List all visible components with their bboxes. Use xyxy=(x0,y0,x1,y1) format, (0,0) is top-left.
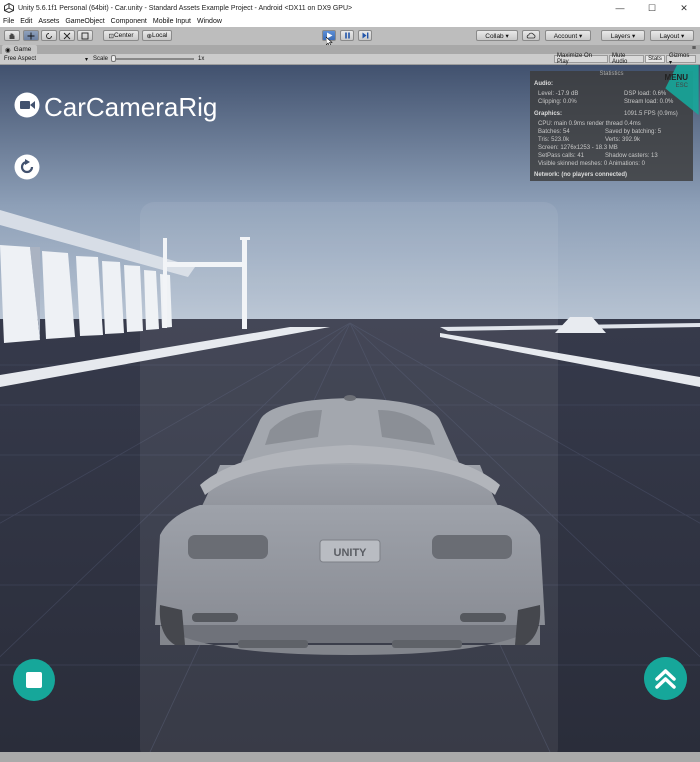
account-label: Account ▾ xyxy=(553,32,583,40)
hand-tool-button[interactable] xyxy=(4,30,20,41)
menu-gameobject[interactable]: GameObject xyxy=(65,18,104,25)
menu-file[interactable]: File xyxy=(3,18,14,25)
rotate-icon xyxy=(46,32,52,39)
scale-label: Scale xyxy=(93,56,109,62)
chevron-down-icon: ▾ xyxy=(84,56,88,63)
aspect-label: Free Aspect xyxy=(4,56,37,62)
scale-tool-button[interactable] xyxy=(59,30,75,41)
stats-toggle[interactable]: Stats xyxy=(645,55,665,63)
hand-icon xyxy=(9,33,15,39)
cloud-button[interactable] xyxy=(522,30,540,41)
tab-menu-icon[interactable]: ≡ xyxy=(692,45,696,52)
camera-rig-label: CarCameraRig xyxy=(44,92,218,122)
aspect-dropdown[interactable]: Free Aspect ▾ xyxy=(4,55,88,63)
tab-game[interactable]: ◉ Game xyxy=(2,45,38,54)
audio-title: Audio: xyxy=(534,81,553,87)
cpu-readout: CPU: main 0.9ms render thread 0.4ms xyxy=(538,121,641,127)
pivot-label: Center xyxy=(113,32,134,39)
stop-icon xyxy=(26,672,42,688)
esc-label: ESC xyxy=(675,83,688,89)
skinned-readout: Visible skinned meshes: 0 Animations: 0 xyxy=(538,161,645,167)
network-readout: Network: (no players connected) xyxy=(534,172,628,178)
step-icon xyxy=(362,32,368,39)
license-plate-text: UNITY xyxy=(334,547,368,559)
dsp-load: DSP load: 0.6% xyxy=(624,91,667,97)
tris-readout: Tris: 523.0k xyxy=(538,137,570,143)
stop-button[interactable] xyxy=(13,659,55,701)
menu-component[interactable]: Component xyxy=(111,18,147,25)
minimize-button[interactable]: — xyxy=(604,0,636,16)
account-dropdown[interactable]: Account ▾ xyxy=(545,30,591,41)
audio-clipping: Clipping: 0.0% xyxy=(538,99,577,105)
screen-readout: Screen: 1276x1253 - 18.3 MB xyxy=(538,145,618,151)
rect-icon xyxy=(81,32,89,39)
saved-batching-readout: Saved by batching: 5 xyxy=(605,129,662,135)
game-view-toolbar: Free Aspect ▾ Scale 1x Maximize On Play … xyxy=(0,53,700,66)
accelerate-button[interactable] xyxy=(644,657,687,700)
audio-level: Level: -17.9 dB xyxy=(538,91,579,97)
layout-dropdown[interactable]: Layout ▾ xyxy=(650,30,694,41)
scale-value: 1x xyxy=(198,56,205,62)
pivot-center-toggle[interactable]: ⊡ Center xyxy=(103,30,139,41)
move-icon xyxy=(27,32,35,39)
scale-slider[interactable] xyxy=(111,55,194,62)
game-tab-icon: ◉ xyxy=(5,46,11,54)
pause-icon xyxy=(344,32,350,39)
close-button[interactable]: ✕ xyxy=(668,0,700,16)
unity-logo-icon xyxy=(4,3,14,13)
rotate-tool-button[interactable] xyxy=(41,30,57,41)
gizmos-dropdown[interactable]: Gizmos ▾ xyxy=(666,53,696,66)
game-viewport[interactable]: UNITY CarCameraRig Statistics Audio: Lev… xyxy=(0,65,700,752)
layers-dropdown[interactable]: Layers ▾ xyxy=(601,30,645,41)
verts-readout: Verts: 392.9k xyxy=(605,137,641,143)
game-tab-label: Game xyxy=(13,46,32,53)
setpass-readout: SetPass calls: 41 xyxy=(538,153,585,159)
mute-audio-toggle[interactable]: Mute Audio xyxy=(609,53,644,65)
layout-label: Layout ▾ xyxy=(659,32,685,40)
space-label: Local xyxy=(151,32,168,39)
menu-bar: File Edit Assets GameObject Component Mo… xyxy=(0,16,700,27)
maximize-button[interactable]: ☐ xyxy=(636,0,668,16)
menu-assets[interactable]: Assets xyxy=(38,18,59,25)
main-toolbar: ⊡ Center ⊕ Local Collab ▾ Account ▾ Layers… xyxy=(0,27,700,47)
video-camera-icon[interactable] xyxy=(14,92,40,118)
collab-button[interactable]: Collab ▾ xyxy=(476,30,518,41)
collab-label: Collab ▾ xyxy=(485,32,509,40)
move-tool-button[interactable] xyxy=(23,30,39,41)
scale-icon xyxy=(63,32,71,39)
menu-mobile-input[interactable]: Mobile Input xyxy=(153,18,191,25)
space-local-toggle[interactable]: ⊕ Local xyxy=(142,30,172,41)
rect-tool-button[interactable] xyxy=(77,30,93,41)
window-title: Unity 5.6.1f1 Personal (64bit) - Car.uni… xyxy=(18,4,353,12)
layers-label: Layers ▾ xyxy=(610,32,636,40)
step-button[interactable] xyxy=(358,30,372,41)
maximize-on-play-toggle[interactable]: Maximize On Play xyxy=(554,53,608,65)
batches-readout: Batches: 54 xyxy=(538,129,570,135)
window-titlebar: Unity 5.6.1f1 Personal (64bit) - Car.uni… xyxy=(0,0,700,16)
cloud-icon xyxy=(526,32,536,39)
status-bar xyxy=(0,752,700,762)
menu-window[interactable]: Window xyxy=(197,18,222,25)
scale-slider-handle[interactable] xyxy=(111,55,116,62)
menu-label[interactable]: MENU xyxy=(664,73,688,82)
shadow-casters-readout: Shadow casters: 13 xyxy=(605,153,658,159)
graphics-title: Graphics: xyxy=(534,111,563,117)
reset-icon[interactable] xyxy=(14,154,40,180)
menu-edit[interactable]: Edit xyxy=(20,18,32,25)
pause-button[interactable] xyxy=(340,30,354,41)
